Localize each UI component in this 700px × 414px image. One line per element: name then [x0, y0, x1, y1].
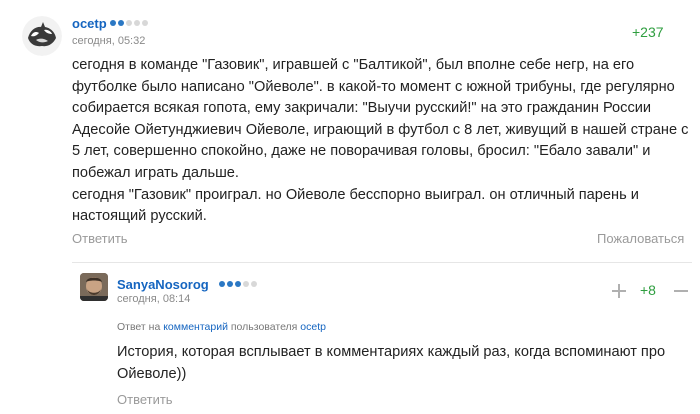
reply-button[interactable]: Ответить: [72, 231, 128, 246]
comment-rating: +237: [632, 24, 664, 40]
reply-to-line: Ответ на комментарий пользователя ocetp: [117, 321, 326, 333]
avatar-image: [22, 16, 62, 56]
rank-dot: [219, 281, 225, 287]
avatar[interactable]: [22, 16, 62, 56]
reply-to-prefix: Ответ на: [117, 321, 161, 333]
rank-dot: [243, 281, 249, 287]
reply-button[interactable]: Ответить: [117, 392, 173, 407]
timestamp: сегодня, 08:14: [117, 293, 191, 305]
avatar-image: [80, 273, 108, 301]
report-button[interactable]: Пожаловаться: [597, 231, 684, 246]
rank-dot: [118, 20, 124, 26]
username[interactable]: ocetp: [72, 16, 107, 31]
rank-dot: [227, 281, 233, 287]
rank-dot: [110, 20, 116, 26]
downvote-minus-icon[interactable]: [674, 290, 688, 292]
comment-rating: +8: [640, 282, 656, 298]
comment: ocetp сегодня, 05:32 +237 сегодня в кома…: [0, 0, 700, 260]
rank-dot: [251, 281, 257, 287]
username[interactable]: SanyaNosorog: [117, 277, 209, 292]
comment-text: сегодня в команде "Газовик", игравшей с …: [72, 57, 689, 225]
upvote-plus-icon[interactable]: [612, 284, 626, 298]
rank-dot: [142, 20, 148, 26]
rank-dot: [134, 20, 140, 26]
user-rank-dots: [110, 20, 148, 26]
reply-comment: SanyaNosorog сегодня, 08:14 +8 Ответ на …: [0, 263, 700, 414]
reply-to-comment-link[interactable]: комментарий: [163, 321, 228, 333]
avatar[interactable]: [80, 273, 108, 301]
user-rank-dots: [219, 281, 257, 287]
rank-dot: [126, 20, 132, 26]
comment-text: История, которая всплывает в комментария…: [117, 344, 666, 382]
rank-dot: [235, 281, 241, 287]
timestamp: сегодня, 05:32: [72, 35, 146, 47]
reply-to-middle: пользователя: [230, 321, 298, 333]
reply-to-user-link[interactable]: ocetp: [300, 321, 326, 333]
